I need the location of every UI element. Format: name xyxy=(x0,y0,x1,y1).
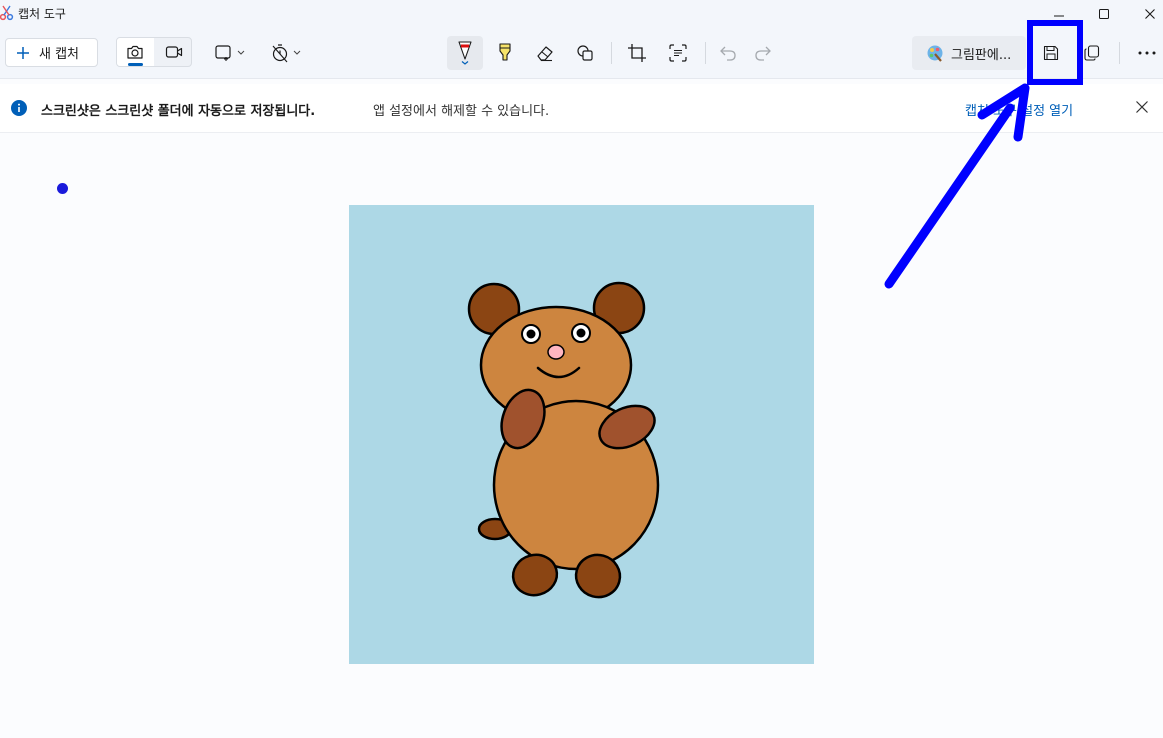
info-icon xyxy=(11,100,27,116)
open-settings-link[interactable]: 캡처 도구 설정 열기 xyxy=(965,100,1073,119)
minimize-button[interactable] xyxy=(1036,0,1082,28)
toolbar-separator xyxy=(705,42,706,64)
info-bar: 스크린샷은 스크린샷 폴더에 자동으로 저장됩니다. 앱 설정에서 해제할 수 … xyxy=(0,84,1163,133)
captured-image xyxy=(349,205,814,664)
maximize-icon xyxy=(1099,9,1109,19)
save-button[interactable] xyxy=(1033,38,1069,68)
app-title: 캡처 도구 xyxy=(18,7,66,21)
text-actions-button[interactable] xyxy=(663,38,693,68)
minimize-icon xyxy=(1054,15,1064,17)
capture-mode-indicator xyxy=(128,63,143,66)
close-icon xyxy=(1136,101,1148,113)
dismiss-info-button[interactable] xyxy=(1132,97,1152,117)
close-icon xyxy=(1145,9,1155,19)
new-capture-button[interactable]: 새 캡처 xyxy=(5,38,98,67)
annotation-dot xyxy=(57,183,68,194)
highlighter-icon xyxy=(499,43,511,61)
open-in-paint-label: 그림판에... xyxy=(951,47,1012,63)
shapes-icon xyxy=(577,45,593,61)
copy-button[interactable] xyxy=(1076,38,1108,68)
info-message-title: 스크린샷은 스크린샷 폴더에 자동으로 저장됩니다. xyxy=(41,104,316,119)
title-bar: 캡처 도구 xyxy=(0,0,1163,28)
redo-button[interactable] xyxy=(748,38,778,68)
toolbar: 새 캡처 그림판에... xyxy=(0,28,1163,79)
crop-icon xyxy=(628,44,646,62)
crop-button[interactable] xyxy=(622,38,652,68)
rectangle-snip-icon xyxy=(215,45,245,61)
undo-button[interactable] xyxy=(713,38,743,68)
new-capture-label: 새 캡처 xyxy=(39,47,80,62)
capture-mode-group xyxy=(116,37,192,67)
redo-icon xyxy=(755,46,771,61)
eraser-icon xyxy=(537,46,553,62)
chevron-down-icon xyxy=(237,50,245,55)
ballpoint-pen-button[interactable] xyxy=(447,36,483,70)
snipping-tool-icon xyxy=(0,5,14,21)
ballpoint-pen-icon xyxy=(458,41,472,65)
toolbar-separator xyxy=(611,42,612,64)
bear-drawing xyxy=(467,281,660,599)
text-actions-icon xyxy=(669,44,687,62)
close-window-button[interactable] xyxy=(1127,0,1163,28)
save-icon xyxy=(1043,45,1059,61)
snip-shape-dropdown[interactable] xyxy=(212,40,250,66)
timer-dropdown[interactable] xyxy=(268,40,306,66)
capture-mode-video[interactable] xyxy=(155,38,192,66)
more-options-button[interactable] xyxy=(1132,38,1162,68)
copy-icon xyxy=(1084,45,1100,61)
paint-icon xyxy=(927,45,943,62)
timer-icon xyxy=(272,44,301,63)
snipping-tool-window: 캡처 도구 새 캡처 그림판에... 스크린샷은 스크린샷 폴더에 자동으로 저… xyxy=(0,0,1163,738)
video-icon xyxy=(165,46,182,58)
highlighter-button[interactable] xyxy=(490,38,520,68)
more-icon xyxy=(1138,51,1156,55)
plus-icon xyxy=(17,46,29,59)
shapes-button[interactable] xyxy=(570,38,600,68)
info-message-text: 앱 설정에서 해제할 수 있습니다. xyxy=(373,104,550,119)
eraser-button[interactable] xyxy=(530,38,560,68)
open-in-paint-button[interactable]: 그림판에... xyxy=(912,36,1026,70)
maximize-button[interactable] xyxy=(1081,0,1127,28)
undo-icon xyxy=(720,46,736,61)
camera-icon xyxy=(127,45,143,59)
toolbar-separator xyxy=(1119,42,1120,64)
